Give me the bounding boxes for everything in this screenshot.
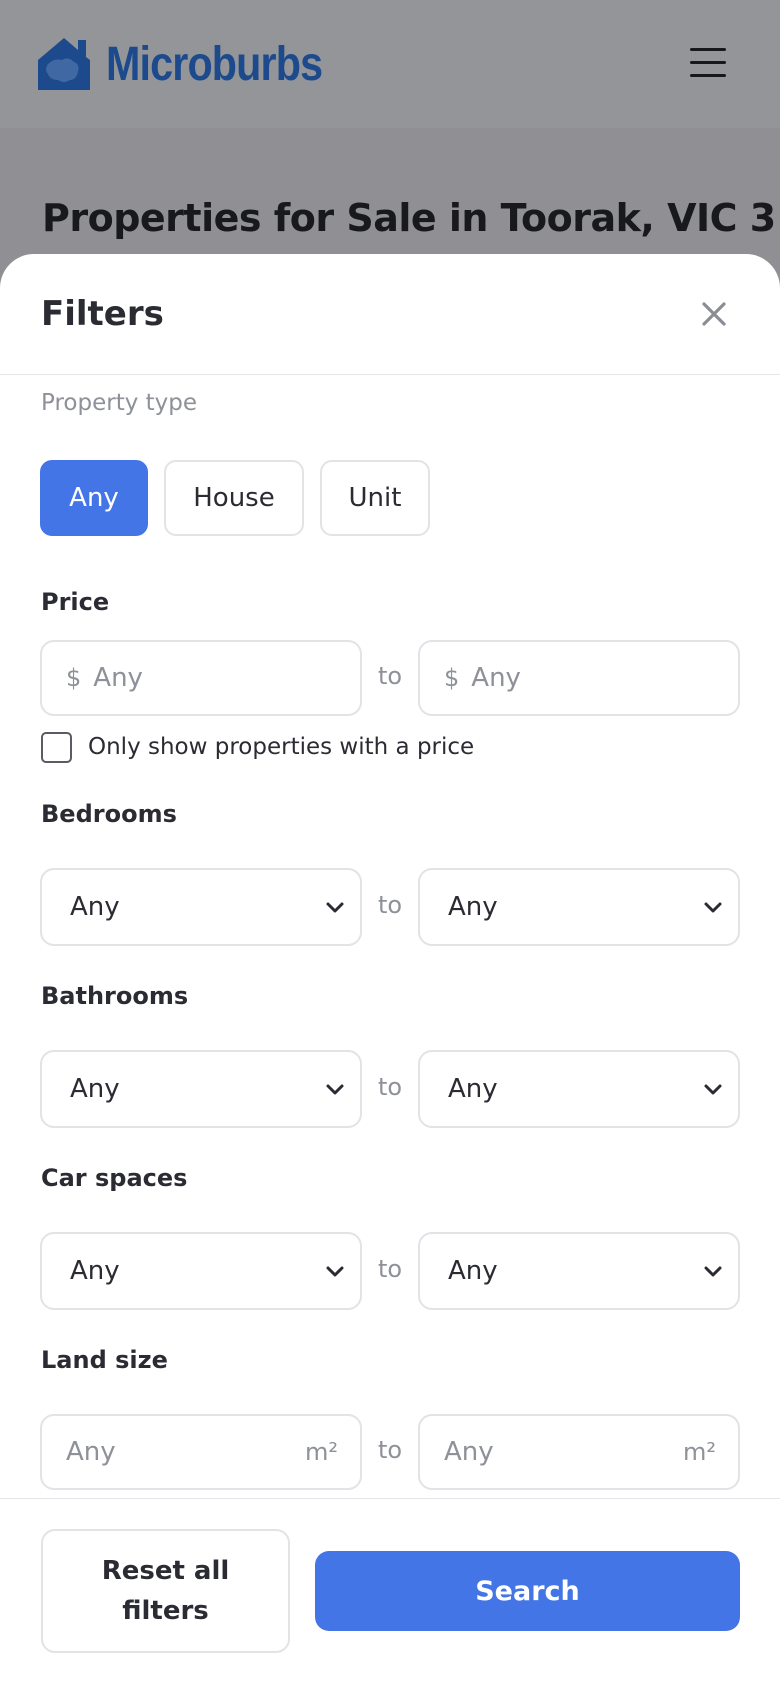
property-type-house-chip[interactable]: House <box>164 460 304 536</box>
bedrooms-label: Bedrooms <box>41 800 177 828</box>
filters-footer: Reset all filters Search <box>0 1498 780 1688</box>
chevron-down-icon <box>326 902 344 913</box>
filters-title: Filters <box>41 294 164 334</box>
page: Microburbs Properties for Sale in Toorak… <box>0 0 780 1688</box>
brand-logo[interactable]: Microburbs <box>34 34 357 94</box>
land-size-min-input[interactable] <box>66 1437 266 1467</box>
house-logo-icon <box>38 38 90 90</box>
brand-name: Microburbs <box>106 37 323 91</box>
bathrooms-to-label: to <box>378 1073 403 1101</box>
page-title: Properties for Sale in Toorak, VIC 3142 <box>42 196 780 240</box>
property-type-unit-chip[interactable]: Unit <box>320 460 430 536</box>
filters-sheet: Filters Property type Any House Unit Pri… <box>0 254 780 1688</box>
bathrooms-min-value: Any <box>70 1074 120 1104</box>
land-size-label: Land size <box>41 1346 168 1374</box>
bathrooms-max-select[interactable]: Any <box>418 1050 740 1128</box>
only-with-price-checkbox[interactable] <box>41 732 72 763</box>
bedrooms-min-select[interactable]: Any <box>40 868 362 946</box>
search-button[interactable]: Search <box>315 1551 740 1631</box>
property-type-any-chip[interactable]: Any <box>40 460 148 536</box>
site-header: Microburbs <box>0 0 780 128</box>
car-spaces-max-value: Any <box>448 1256 498 1286</box>
price-max-input[interactable] <box>471 663 672 693</box>
chevron-down-icon <box>326 1266 344 1277</box>
land-size-min-unit: m² <box>305 1438 338 1466</box>
car-spaces-max-select[interactable]: Any <box>418 1232 740 1310</box>
filters-sheet-header: Filters <box>0 254 780 375</box>
car-spaces-min-select[interactable]: Any <box>40 1232 362 1310</box>
price-min-field[interactable]: $ <box>40 640 362 716</box>
car-spaces-to-label: to <box>378 1255 403 1283</box>
land-size-max-field[interactable]: m² <box>418 1414 740 1490</box>
bedrooms-to-label: to <box>378 891 403 919</box>
price-to-label: to <box>378 662 403 690</box>
bathrooms-max-value: Any <box>448 1074 498 1104</box>
reset-all-filters-button[interactable]: Reset all filters <box>41 1529 290 1653</box>
only-with-price-label[interactable]: Only show properties with a price <box>88 734 474 760</box>
price-min-input[interactable] <box>93 663 294 693</box>
property-type-label: Property type <box>41 390 198 416</box>
price-min-currency-prefix: $ <box>66 664 82 692</box>
land-size-to-label: to <box>378 1436 403 1464</box>
bathrooms-label: Bathrooms <box>41 982 189 1010</box>
chevron-down-icon <box>704 1084 722 1095</box>
chevron-down-icon <box>326 1084 344 1095</box>
price-max-currency-prefix: $ <box>444 664 460 692</box>
car-spaces-label: Car spaces <box>41 1164 188 1192</box>
land-size-max-unit: m² <box>683 1438 716 1466</box>
price-max-field[interactable]: $ <box>418 640 740 716</box>
bedrooms-min-value: Any <box>70 892 120 922</box>
bathrooms-min-select[interactable]: Any <box>40 1050 362 1128</box>
bedrooms-max-value: Any <box>448 892 498 922</box>
car-spaces-min-value: Any <box>70 1256 120 1286</box>
land-size-max-input[interactable] <box>444 1437 644 1467</box>
land-size-min-field[interactable]: m² <box>40 1414 362 1490</box>
bedrooms-max-select[interactable]: Any <box>418 868 740 946</box>
close-icon[interactable] <box>696 296 732 332</box>
price-label: Price <box>41 588 110 616</box>
menu-icon[interactable] <box>690 48 726 78</box>
chevron-down-icon <box>704 1266 722 1277</box>
chevron-down-icon <box>704 902 722 913</box>
